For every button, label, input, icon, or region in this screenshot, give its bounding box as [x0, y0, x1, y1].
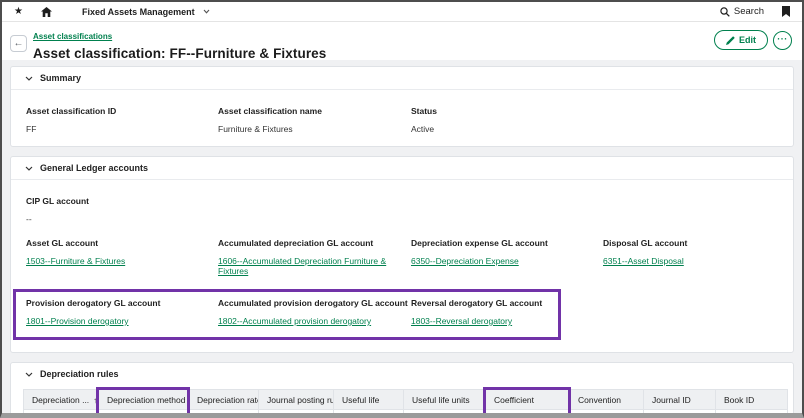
gl-section-header[interactable]: General Ledger accounts: [11, 157, 793, 180]
depreciation-rules-table-wrap: Depreciation ...↑ Depreciation method De…: [23, 389, 787, 418]
field-provision-derogatory-gl-account: Provision derogatory GL account 1801--Pr…: [26, 298, 218, 329]
collapse-chevron-down-icon: [25, 166, 33, 171]
field-label: CIP GL account: [26, 196, 778, 206]
rules-section-title: Depreciation rules: [40, 369, 119, 379]
cell-journal-posting-rule[interactable]: PR-TAX--PostingR...: [259, 410, 334, 418]
app-name: Fixed Assets Management: [82, 7, 195, 17]
field-value: FF: [26, 124, 218, 134]
field-accumulated-provision-derogatory-gl-account: Accumulated provision derogatory GL acco…: [218, 298, 411, 329]
more-options-button[interactable]: ···: [773, 31, 792, 50]
field-asset-classification-id: Asset classification ID FF: [26, 106, 218, 134]
general-ledger-accounts-card: General Ledger accounts CIP GL account -…: [10, 156, 794, 353]
field-value: --: [26, 214, 778, 224]
favorite-star-icon[interactable]: ★: [14, 7, 23, 17]
field-depreciation-expense-gl-account: Depreciation expense GL account 6350--De…: [411, 238, 603, 279]
field-asset-gl-account: Asset GL account 1503--Furniture & Fixtu…: [26, 238, 218, 279]
collapse-chevron-down-icon: [25, 372, 33, 377]
breadcrumb-asset-classifications[interactable]: Asset classifications: [33, 32, 112, 41]
column-header-useful-life[interactable]: Useful life: [334, 390, 404, 410]
sort-ascending-icon: ↑: [93, 396, 97, 405]
app-window: ★ Fixed Assets Management Search ← Asset…: [0, 0, 804, 418]
field-label: Asset GL account: [26, 238, 218, 248]
summary-section-title: Summary: [40, 73, 81, 83]
field-reversal-derogatory-gl-account: Reversal derogatory GL account 1803--Rev…: [411, 298, 558, 329]
column-header-depreciation[interactable]: Depreciation ...↑: [24, 390, 99, 410]
search-icon: [720, 7, 730, 17]
page-actions: Edit ···: [714, 30, 792, 50]
page-header: ← Asset classifications Asset classifica…: [2, 22, 802, 60]
field-disposal-gl-account: Disposal GL account 6351--Asset Disposal: [603, 238, 778, 279]
page-content: Summary Asset classification ID FF Asset…: [2, 60, 802, 418]
column-header-useful-life-units[interactable]: Useful life units: [404, 390, 486, 410]
collapse-chevron-down-icon: [25, 76, 33, 81]
depreciation-rules-table: Depreciation ...↑ Depreciation method De…: [23, 389, 788, 418]
app-switcher-chevron-down-icon[interactable]: [203, 9, 210, 14]
column-header-convention[interactable]: Convention: [570, 390, 644, 410]
summary-body: Asset classification ID FF Asset classif…: [11, 90, 793, 146]
status-value: Active: [411, 124, 603, 134]
cell-depreciation-method[interactable]: DER--Derogatory: [99, 410, 189, 418]
field-value: Furniture & Fixtures: [218, 124, 411, 134]
table-row[interactable]: 57 DER--Derogatory PR-TAX--PostingR... 3…: [24, 410, 788, 418]
column-header-book-id[interactable]: Book ID: [716, 390, 788, 410]
field-label: Reversal derogatory GL account: [411, 298, 558, 308]
cell-depreciation[interactable]: 57: [24, 410, 99, 418]
search-label: Search: [734, 6, 764, 17]
field-asset-classification-name: Asset classification name Furniture & Fi…: [218, 106, 411, 134]
cell-useful-life-units[interactable]: Months: [404, 410, 486, 418]
cell-coefficient[interactable]: 1.25: [486, 410, 570, 418]
cell-journal-id[interactable]: TAX: [644, 410, 716, 418]
summary-card: Summary Asset classification ID FF Asset…: [10, 66, 794, 147]
back-button[interactable]: ←: [10, 35, 27, 52]
gl-account-link[interactable]: 6350--Depreciation Expense: [411, 256, 519, 266]
field-label: Accumulated depreciation GL account: [218, 238, 411, 248]
page-title: Asset classification: FF--Furniture & Fi…: [33, 46, 792, 61]
field-accumulated-depreciation-gl-account: Accumulated depreciation GL account 1606…: [218, 238, 411, 279]
edit-button[interactable]: Edit: [714, 30, 768, 50]
cell-book-id[interactable]: T: [716, 410, 788, 418]
gl-account-link[interactable]: 1503--Furniture & Fixtures: [26, 256, 125, 266]
derogatory-accounts-highlight-box: Provision derogatory GL account 1801--Pr…: [13, 289, 561, 340]
gl-account-link[interactable]: 1606--Accumulated Depreciation Furniture…: [218, 256, 411, 276]
gl-account-link[interactable]: 1803--Reversal derogatory: [411, 316, 512, 326]
field-label: Asset classification name: [218, 106, 411, 116]
topbar-right-actions: Search: [720, 6, 790, 17]
gl-body: CIP GL account -- Asset GL account 1503-…: [11, 180, 793, 352]
field-status: Status Active: [411, 106, 603, 134]
field-label: Depreciation expense GL account: [411, 238, 603, 248]
top-navigation-bar: ★ Fixed Assets Management Search: [2, 2, 802, 22]
gl-account-link[interactable]: 6351--Asset Disposal: [603, 256, 684, 266]
column-header-journal-posting-rule[interactable]: Journal posting rule: [259, 390, 334, 410]
page-header-text: Asset classifications Asset classificati…: [33, 26, 792, 61]
field-label: Accumulated provision derogatory GL acco…: [218, 298, 411, 308]
column-header-depreciation-rate[interactable]: Depreciation rate ...: [189, 390, 259, 410]
edit-button-label: Edit: [739, 35, 756, 45]
cell-depreciation-rate[interactable]: [189, 410, 259, 418]
column-header-depreciation-method[interactable]: Depreciation method: [99, 390, 189, 410]
field-label: Asset classification ID: [26, 106, 218, 116]
pencil-icon: [726, 36, 735, 45]
field-cip-gl-account: CIP GL account --: [26, 196, 778, 224]
field-label: Status: [411, 106, 603, 116]
rules-section-header[interactable]: Depreciation rules: [11, 363, 793, 385]
column-header-coefficient[interactable]: Coefficient: [486, 390, 570, 410]
table-header-row: Depreciation ...↑ Depreciation method De…: [24, 390, 788, 410]
cell-convention[interactable]: Full month: [570, 410, 644, 418]
column-header-journal-id[interactable]: Journal ID: [644, 390, 716, 410]
search-button[interactable]: Search: [720, 6, 764, 17]
summary-section-header[interactable]: Summary: [11, 67, 793, 90]
home-icon[interactable]: [41, 7, 52, 17]
bookmark-icon[interactable]: [782, 6, 790, 17]
field-label: Disposal GL account: [603, 238, 778, 248]
field-label: Provision derogatory GL account: [26, 298, 218, 308]
gl-account-link[interactable]: 1801--Provision derogatory: [26, 316, 129, 326]
gl-account-link[interactable]: 1802--Accumulated provision derogatory: [218, 316, 371, 326]
cell-useful-life[interactable]: 36: [334, 410, 404, 418]
depreciation-rules-card: Depreciation rules Depreciation ...↑ Dep…: [10, 362, 794, 418]
gl-section-title: General Ledger accounts: [40, 163, 148, 173]
